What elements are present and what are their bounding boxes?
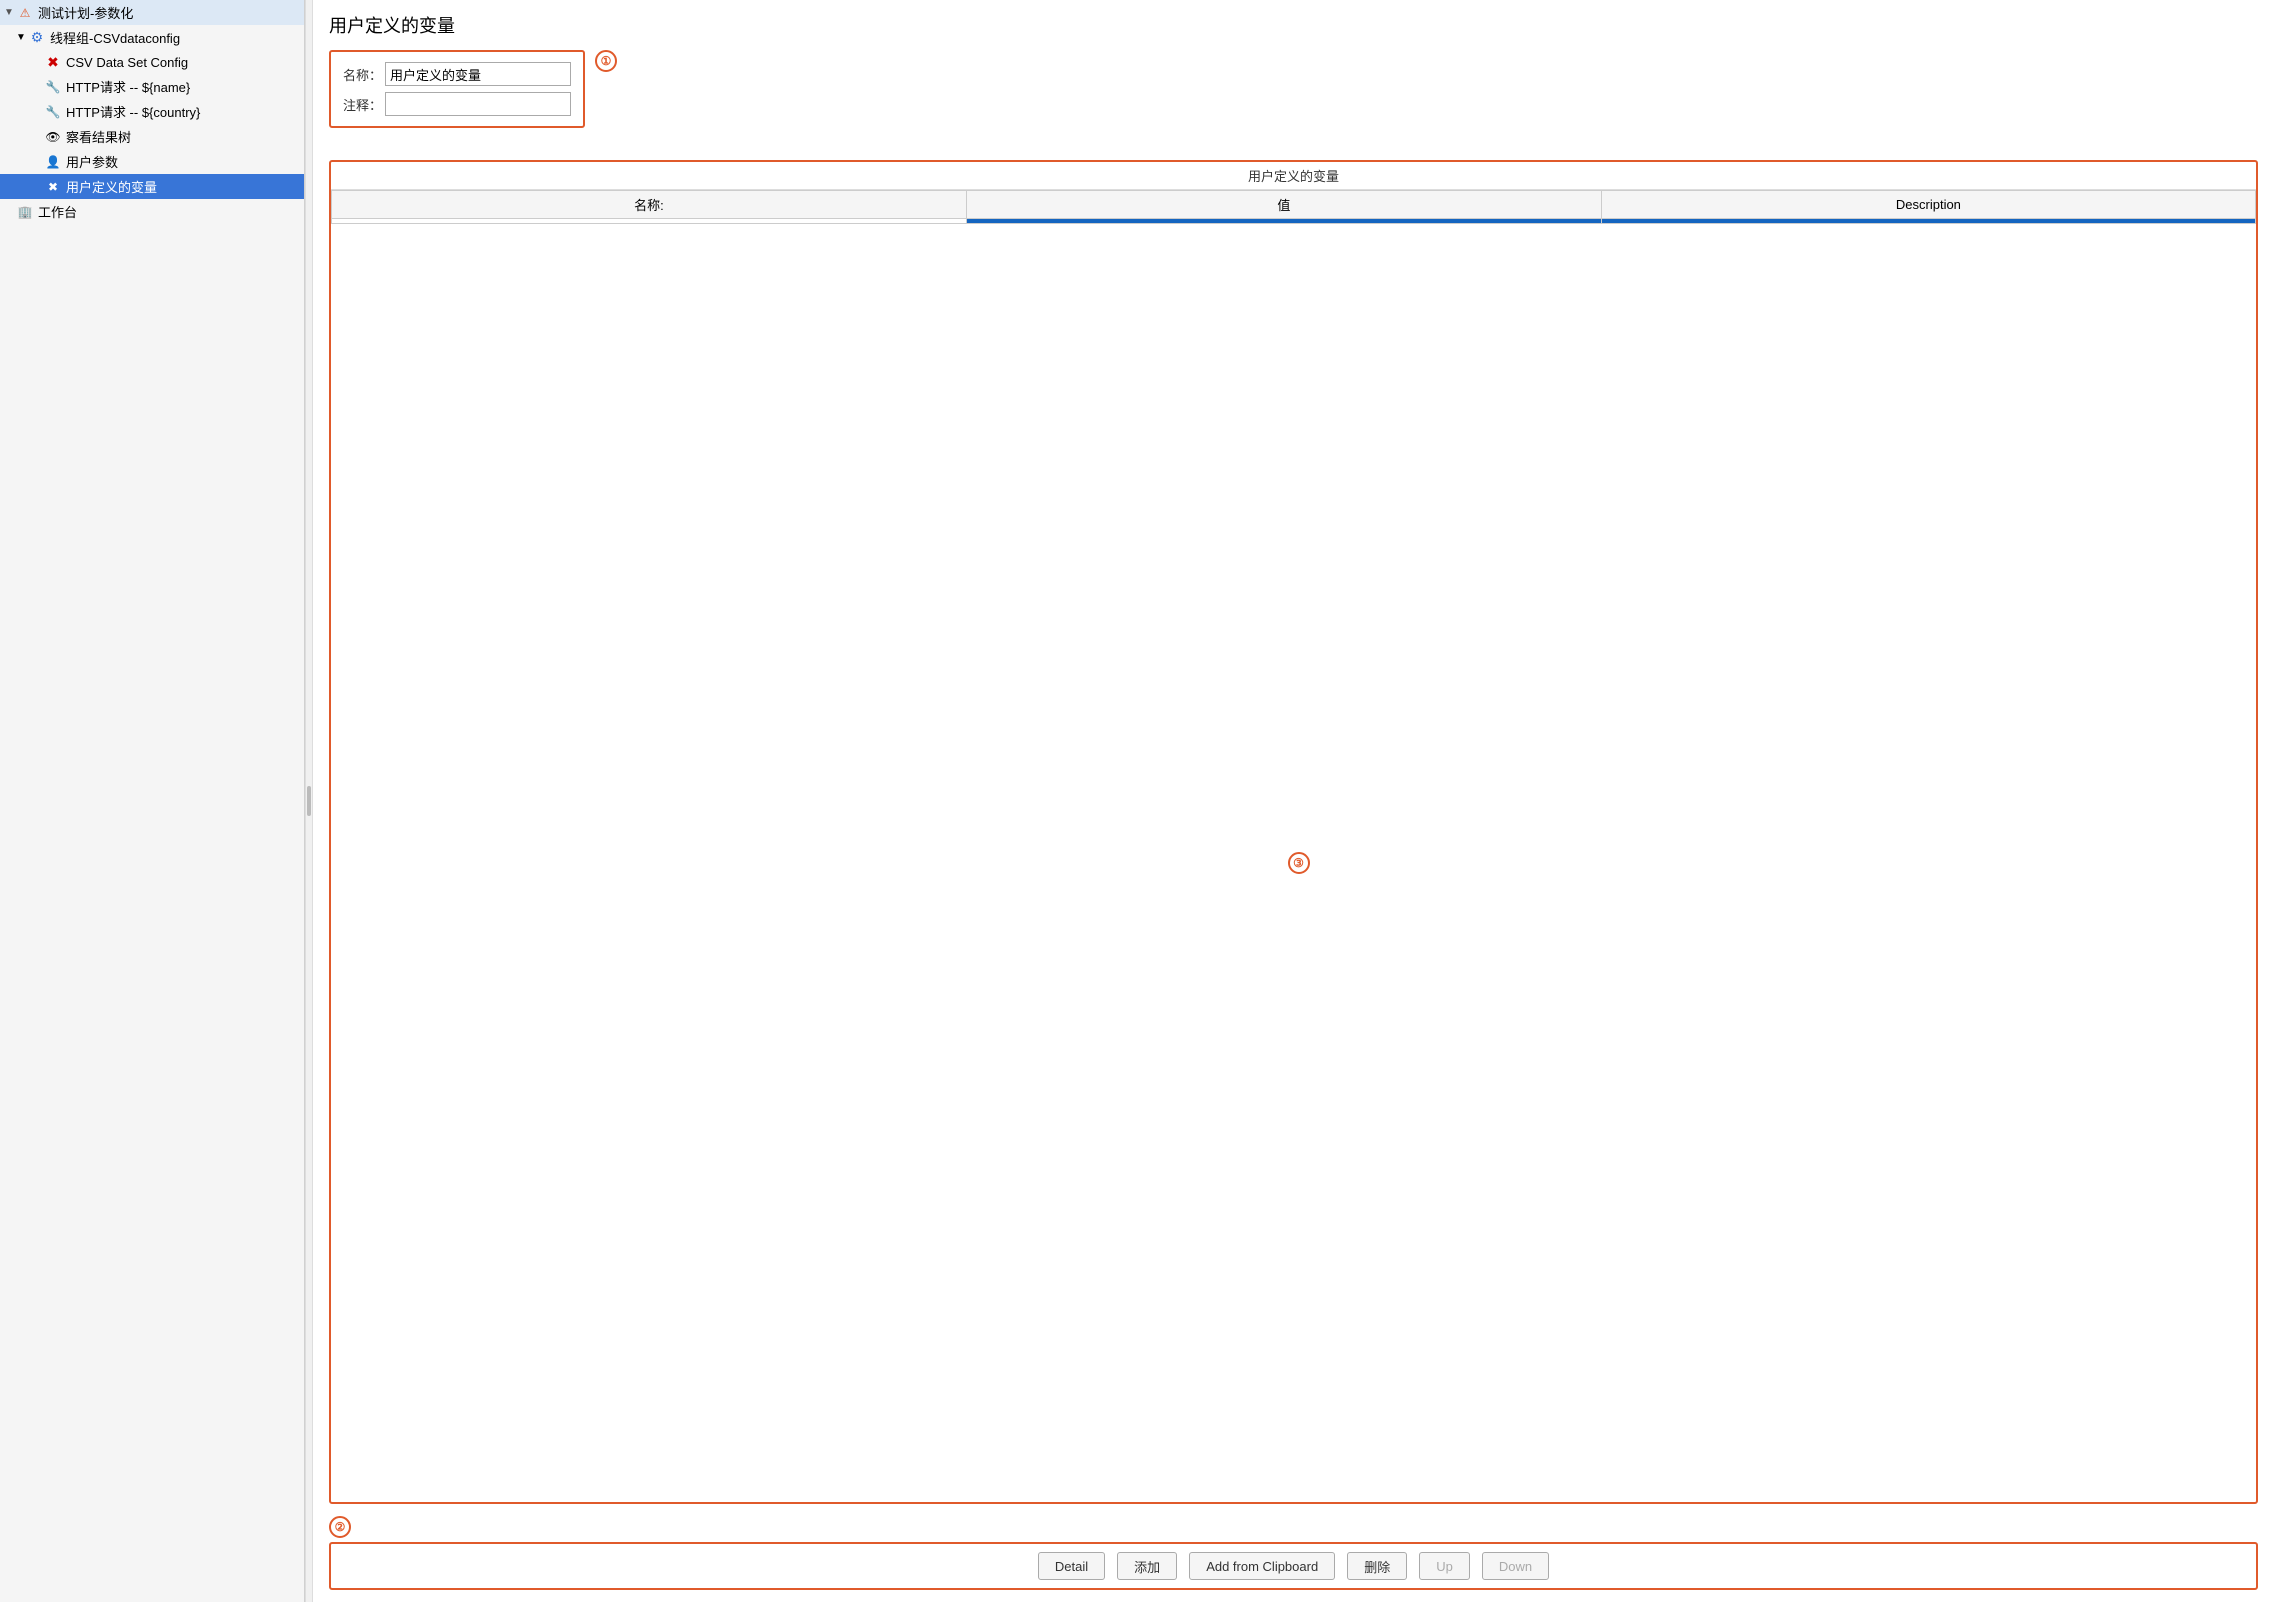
- csv-label: CSV Data Set Config: [66, 55, 188, 70]
- delete-button[interactable]: 删除: [1347, 1552, 1407, 1580]
- annotation-2-row: ②: [329, 1516, 2258, 1538]
- splitter-handle: [307, 786, 311, 816]
- cell-value: [966, 219, 1601, 224]
- content-area: 用户定义的变量 名称： 注释： ① 用户定义的变量 名称:: [313, 0, 2274, 1602]
- workbench-label: 工作台: [38, 202, 77, 221]
- csv-icon: ✖: [44, 53, 62, 71]
- table-row[interactable]: [332, 219, 2256, 224]
- name-label: 名称：: [343, 65, 385, 84]
- cell-desc: [1601, 219, 2255, 224]
- add-button[interactable]: 添加: [1117, 1552, 1177, 1580]
- bottom-toolbar: Detail 添加 Add from Clipboard 删除 Up Down: [329, 1542, 2258, 1590]
- user-vars-icon: ✖: [44, 178, 62, 196]
- thread-group-label: 线程组-CSVdataconfig: [50, 28, 180, 47]
- form-section: 名称： 注释：: [329, 50, 585, 128]
- sidebar-item-csv[interactable]: ▶ ✖ CSV Data Set Config: [0, 50, 304, 74]
- table-empty-area: ③: [331, 224, 2256, 1502]
- col-header-value: 值: [966, 191, 1601, 219]
- comment-input[interactable]: [385, 92, 571, 116]
- sidebar-item-root[interactable]: ▼ ⚠ 测试计划-参数化: [0, 0, 304, 25]
- name-input[interactable]: [385, 62, 571, 86]
- sidebar-item-thread-group[interactable]: ▼ ⚙ 线程组-CSVdataconfig: [0, 25, 304, 50]
- user-params-icon: 👤: [44, 153, 62, 171]
- sidebar-item-http2[interactable]: ▶ 🔧 HTTP请求 -- ${country}: [0, 99, 304, 124]
- annotation-1: ①: [595, 50, 617, 72]
- view-icon: 👁: [44, 128, 62, 146]
- http2-icon: 🔧: [44, 103, 62, 121]
- bottom-wrapper: ② Detail 添加 Add from Clipboard 删除 Up Dow…: [329, 1516, 2258, 1590]
- sidebar-item-view[interactable]: ▶ 👁 察看结果树: [0, 124, 304, 149]
- collapse-arrow-thread: ▼: [16, 32, 28, 43]
- cell-name: [332, 219, 967, 224]
- thread-group-icon: ⚙: [28, 29, 46, 47]
- col-header-name: 名称:: [332, 191, 967, 219]
- table-section-title: 用户定义的变量: [331, 162, 2256, 190]
- down-button[interactable]: Down: [1482, 1552, 1549, 1580]
- collapse-arrow-root: ▼: [4, 7, 16, 18]
- sidebar-item-user-params[interactable]: ▶ 👤 用户参数: [0, 149, 304, 174]
- user-vars-label: 用户定义的变量: [66, 177, 157, 196]
- annotation-2: ②: [329, 1516, 351, 1538]
- page-title: 用户定义的变量: [329, 12, 2258, 38]
- col-header-desc: Description: [1601, 191, 2255, 219]
- http1-icon: 🔧: [44, 78, 62, 96]
- sidebar-splitter[interactable]: [305, 0, 313, 1602]
- sidebar: ▼ ⚠ 测试计划-参数化 ▼ ⚙ 线程组-CSVdataconfig ▶ ✖ C…: [0, 0, 305, 1602]
- root-icon: ⚠: [16, 4, 34, 22]
- http2-label: HTTP请求 -- ${country}: [66, 102, 200, 121]
- http1-label: HTTP请求 -- ${name}: [66, 77, 190, 96]
- comment-label: 注释：: [343, 95, 385, 114]
- user-params-label: 用户参数: [66, 152, 118, 171]
- sidebar-item-http1[interactable]: ▶ 🔧 HTTP请求 -- ${name}: [0, 74, 304, 99]
- up-button[interactable]: Up: [1419, 1552, 1470, 1580]
- detail-button[interactable]: Detail: [1038, 1552, 1105, 1580]
- workbench-icon: 🏢: [16, 203, 34, 221]
- add-clipboard-button[interactable]: Add from Clipboard: [1189, 1552, 1335, 1580]
- sidebar-item-user-vars[interactable]: ▶ ✖ 用户定义的变量: [0, 174, 304, 199]
- sidebar-item-workbench[interactable]: ▶ 🏢 工作台: [0, 199, 304, 224]
- table-section: 用户定义的变量 名称: 值 Description: [329, 160, 2258, 1504]
- view-label: 察看结果树: [66, 127, 131, 146]
- annotation-3: ③: [1288, 852, 1310, 874]
- root-label: 测试计划-参数化: [38, 3, 133, 22]
- variables-table: 名称: 值 Description: [331, 190, 2256, 224]
